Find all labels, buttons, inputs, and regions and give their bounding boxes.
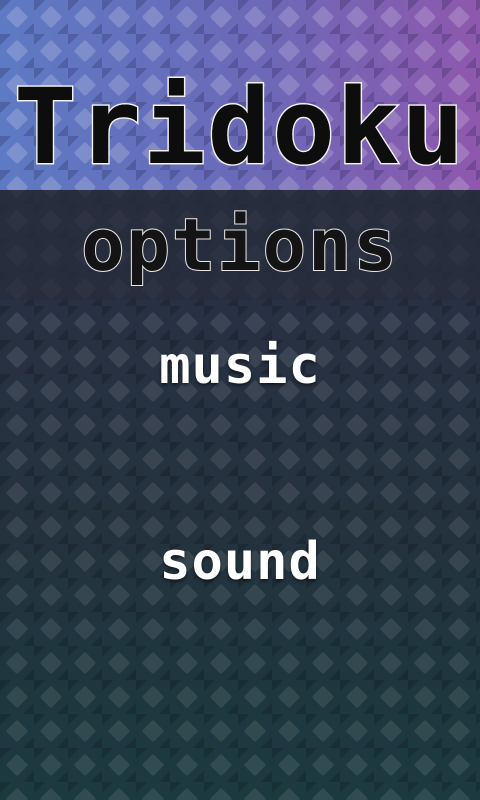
app-title: Tridoku [12, 66, 467, 188]
sound-toggle-button[interactable]: sound [90, 532, 390, 592]
music-toggle-button[interactable]: music [90, 336, 390, 396]
screen-title: options [80, 203, 399, 287]
options-screen: Tridoku options music sound [0, 0, 480, 800]
